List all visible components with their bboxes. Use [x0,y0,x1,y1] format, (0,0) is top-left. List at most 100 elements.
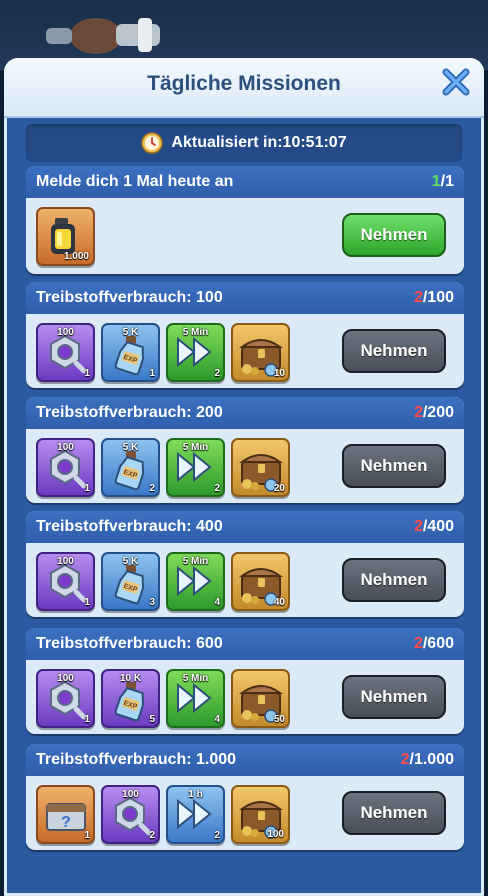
clock-icon [141,132,164,154]
mission-header: Treibstoffverbrauch: 400 2/400 [26,511,464,543]
mission-title: Treibstoffverbrauch: 600 [36,635,223,652]
reward-label: 5 Min [182,327,209,338]
claim-button[interactable]: Nehmen [342,213,446,257]
progress-total: /100 [422,289,454,306]
reward-label: 5 K [122,556,139,567]
progress-total: /400 [422,518,454,535]
mission-header: Treibstoffverbrauch: 200 2/200 [26,397,464,429]
reward-label: 1 h [188,789,203,800]
mission-title: Treibstoffverbrauch: 1.000 [36,751,237,768]
reward-count: 1 [84,483,90,494]
progress-current: 2 [413,518,423,535]
reward-label: 100 [122,789,139,800]
reward-list: 100 1 EXP 10 K55 Min 4 50 [36,669,290,728]
mission-header: Melde dich 1 Mal heute an 1/1 [26,166,464,198]
reward-list: 100 1 EXP 5 K15 Min 2 10 [36,323,290,382]
progress-total: /1 [440,173,454,190]
reward-list: 100 1 EXP 5 K35 Min 4 40 [36,552,290,611]
svg-text:?: ? [61,814,71,831]
reward-count: 4 [214,597,220,608]
mission-card: Treibstoffverbrauch: 200 2/200 100 1 EXP 5 K2… [26,397,464,503]
progress-current: 2 [413,635,423,652]
progress-total: /200 [422,404,454,421]
reward-count: 2 [214,830,220,841]
reward-label: 100 [57,673,74,684]
mission-progress: 2/200 [414,404,454,422]
reward-item[interactable]: 20 [231,438,290,497]
reward-label: 5 Min [182,673,209,684]
reward-label: 100 [57,442,74,453]
claim-button[interactable]: Nehmen [342,444,446,488]
mission-progress: 2/400 [414,518,454,536]
reward-item[interactable]: 100 1 [36,669,95,728]
reward-count: 10 [273,368,285,379]
progress-total: /1.000 [409,751,454,768]
mission-card: Treibstoffverbrauch: 600 2/600 100 1 EXP 10 K… [26,628,464,734]
reward-item[interactable]: 10 [231,323,290,382]
claim-button[interactable]: Nehmen [342,558,446,602]
reward-label: 100 [57,327,74,338]
reward-item[interactable]: 1 h 2 [166,785,225,844]
reward-count: 2 [214,368,220,379]
reward-item[interactable]: 1.000 [36,207,95,266]
claim-button[interactable]: Nehmen [342,329,446,373]
reward-item[interactable]: 40 [231,552,290,611]
reward-item[interactable]: 100 1 [36,323,95,382]
reward-list: 100 1 EXP 5 K25 Min 2 20 [36,438,290,497]
progress-current: 1 [431,173,441,190]
page-title: Tägliche Missionen [147,72,341,95]
reward-label: 5 K [122,442,139,453]
reward-count: 5 [149,714,155,725]
reward-count: 2 [149,830,155,841]
mission-progress: 1/1 [432,173,454,191]
reward-count: 1 [84,368,90,379]
reward-label: 5 Min [182,556,209,567]
progress-current: 2 [413,404,423,421]
mission-title: Melde dich 1 Mal heute an [36,173,234,190]
reward-count: 3 [149,597,155,608]
reward-label: 5 Min [182,442,209,453]
reward-item[interactable]: ? 1 [36,785,95,844]
reward-count: 40 [273,597,285,608]
reward-count: 1 [84,830,90,841]
reward-list: 1.000 [36,207,95,266]
mission-title: Treibstoffverbrauch: 200 [36,404,223,421]
reward-item[interactable]: 100 1 [36,552,95,611]
claim-button[interactable]: Nehmen [342,791,446,835]
mission-card: Treibstoffverbrauch: 400 2/400 100 1 EXP 5 K3… [26,511,464,617]
mission-header: Treibstoffverbrauch: 600 2/600 [26,628,464,660]
reward-item[interactable]: 100 [231,785,290,844]
reward-item[interactable]: EXP 5 K1 [101,323,160,382]
reward-item[interactable]: 5 Min 2 [166,323,225,382]
reward-count: 100 [267,829,284,840]
reward-count: 4 [214,714,220,725]
mission-progress: 2/100 [414,289,454,307]
panel-header: Tägliche Missionen [4,58,484,118]
reward-count: 1 [84,597,90,608]
timer-label: Aktualisiert in:10:51:07 [171,134,347,151]
reward-count: 50 [273,714,285,725]
reward-count: 2 [149,483,155,494]
reward-item[interactable]: EXP 10 K5 [101,669,160,728]
close-icon[interactable] [440,66,472,98]
reward-label: 5 K [122,327,139,338]
reward-item[interactable]: 5 Min 4 [166,552,225,611]
reward-item[interactable]: 5 Min 2 [166,438,225,497]
reward-item[interactable]: 5 Min 4 [166,669,225,728]
reward-item[interactable]: 100 1 [36,438,95,497]
reward-count: 20 [273,483,285,494]
claim-button[interactable]: Nehmen [342,675,446,719]
reward-count: 1 [149,368,155,379]
mission-card: Treibstoffverbrauch: 100 2/100 100 1 EXP 5 K1… [26,282,464,388]
reward-item[interactable]: EXP 5 K2 [101,438,160,497]
reward-item[interactable]: 100 2 [101,785,160,844]
mission-progress: 2/600 [414,635,454,653]
reward-item[interactable]: EXP 5 K3 [101,552,160,611]
mission-title: Treibstoffverbrauch: 400 [36,518,223,535]
mission-title: Treibstoffverbrauch: 100 [36,289,223,306]
reward-count: 1.000 [63,251,89,262]
reward-label: 10 K [119,673,142,684]
reward-list: ? 1 100 2 1 h 2 100 [36,785,290,844]
reward-item[interactable]: 50 [231,669,290,728]
mission-header: Treibstoffverbrauch: 1.000 2/1.000 [26,744,464,776]
